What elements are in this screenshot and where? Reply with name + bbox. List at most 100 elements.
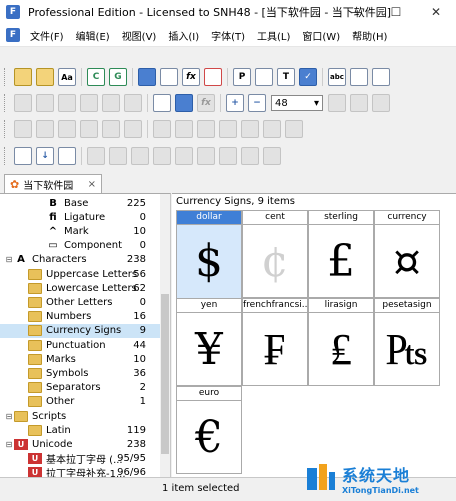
glyph-cell[interactable]: cent ¢ bbox=[242, 210, 308, 298]
preview-window-icon[interactable] bbox=[372, 68, 390, 86]
table-icon bbox=[263, 147, 281, 165]
minimize-button[interactable]: — bbox=[336, 0, 376, 24]
glyph-preview: $ bbox=[177, 225, 241, 298]
tree-item[interactable]: Currency Signs 9 bbox=[0, 323, 160, 338]
tree-item[interactable]: Lowercase Letters 62 bbox=[0, 281, 160, 295]
open-folder-icon[interactable] bbox=[36, 68, 54, 86]
tree-item-label: Unicode bbox=[32, 438, 73, 450]
toolbar-grip[interactable] bbox=[4, 120, 9, 138]
zoom-in-icon[interactable]: + bbox=[226, 94, 244, 112]
calendar-icon[interactable] bbox=[255, 68, 273, 86]
collapse-icon[interactable]: ⊟ bbox=[4, 440, 14, 449]
pen-tool-icon bbox=[102, 94, 120, 112]
spellcheck-icon[interactable]: abc bbox=[328, 68, 346, 86]
tree-item[interactable]: Punctuation 44 bbox=[0, 338, 160, 352]
tree-item-label: Uppercase Letters bbox=[46, 268, 138, 280]
toolbar-grip[interactable] bbox=[4, 94, 9, 112]
new-font-icon[interactable] bbox=[14, 68, 32, 86]
glyph-name: cent bbox=[243, 211, 307, 225]
collapse-icon[interactable]: ⊟ bbox=[4, 255, 14, 264]
maximize-button[interactable]: ☐ bbox=[376, 0, 416, 24]
text-tool-icon[interactable]: T bbox=[277, 68, 295, 86]
close-button[interactable]: ✕ bbox=[416, 0, 456, 24]
eraser-icon[interactable] bbox=[204, 68, 222, 86]
glyph-cell[interactable]: euro € bbox=[176, 386, 242, 474]
toolbar-grip[interactable] bbox=[4, 147, 9, 165]
hatch-pattern-icon[interactable] bbox=[175, 94, 193, 112]
zoom-select[interactable]: 48 ▾ bbox=[271, 95, 323, 111]
validate-check-icon[interactable]: ✓ bbox=[299, 68, 317, 86]
font-properties-icon[interactable]: P bbox=[233, 68, 251, 86]
tree-item[interactable]: fi Ligature 0 bbox=[0, 210, 160, 224]
glyph-name: yen bbox=[177, 299, 241, 313]
glyph-preview: ₤ bbox=[330, 324, 352, 375]
glyph-table-icon[interactable] bbox=[350, 68, 368, 86]
export-dropdown-icon[interactable] bbox=[58, 147, 76, 165]
status-text: 1 item selected bbox=[162, 483, 240, 494]
tree-item-label: Punctuation bbox=[46, 339, 106, 351]
tree-scrollbar[interactable] bbox=[160, 194, 170, 478]
tree-item[interactable]: Marks 10 bbox=[0, 352, 160, 366]
menu-window[interactable]: 窗口(W) bbox=[296, 28, 346, 43]
tree-item[interactable]: ⊟ A Characters 238 bbox=[0, 253, 160, 267]
menu-insert[interactable]: 插入(I) bbox=[162, 28, 205, 43]
zoom-out-icon[interactable]: − bbox=[248, 94, 266, 112]
menu-font[interactable]: 字体(T) bbox=[205, 28, 251, 43]
sort-dropdown-icon[interactable]: ↓ bbox=[36, 147, 54, 165]
link-icon[interactable] bbox=[138, 68, 156, 86]
tree-item[interactable]: Numbers 16 bbox=[0, 310, 160, 324]
tree-scrollbar-thumb[interactable] bbox=[161, 294, 169, 454]
collapse-icon[interactable]: ⊟ bbox=[4, 412, 14, 421]
folder-icon bbox=[28, 353, 42, 365]
function-icon[interactable]: fx bbox=[182, 68, 200, 86]
tree-item[interactable]: Other Letters 0 bbox=[0, 295, 160, 309]
menu-help[interactable]: 帮助(H) bbox=[346, 28, 393, 43]
toolbar-separator bbox=[132, 68, 133, 86]
glyph-cell[interactable]: dollar $ bbox=[176, 210, 242, 298]
rectangle-tool-icon bbox=[14, 94, 32, 112]
glyph-cell[interactable]: lirasign ₤ bbox=[308, 298, 374, 386]
unlink-icon[interactable] bbox=[160, 68, 178, 86]
tree-item[interactable]: U 基本拉丁字母 (... 95/95 bbox=[0, 452, 160, 466]
tree-item[interactable]: ⊟ U Unicode 238 bbox=[0, 437, 160, 451]
font-preview-icon[interactable]: Aa bbox=[58, 68, 76, 86]
glyph-cell[interactable]: sterling £ bbox=[308, 210, 374, 298]
glyph-cell[interactable]: currency ¤ bbox=[374, 210, 440, 298]
menu-view[interactable]: 视图(V) bbox=[116, 28, 163, 43]
glyph-cell[interactable]: yen ¥ bbox=[176, 298, 242, 386]
tree-item[interactable]: ^ Mark 10 bbox=[0, 224, 160, 238]
close-tab-icon[interactable]: × bbox=[88, 179, 96, 190]
menu-edit[interactable]: 编辑(E) bbox=[70, 28, 116, 43]
image-view-icon[interactable] bbox=[153, 94, 171, 112]
page-dropdown-icon[interactable] bbox=[14, 147, 32, 165]
folder-icon bbox=[28, 311, 42, 323]
document-menu-icon[interactable]: F bbox=[6, 28, 20, 42]
tree-item[interactable]: Uppercase Letters 56 bbox=[0, 267, 160, 281]
tree-item[interactable]: Separators 2 bbox=[0, 381, 160, 395]
menu-file[interactable]: 文件(F) bbox=[24, 28, 70, 43]
tree-item[interactable]: ⊟ Scripts bbox=[0, 409, 160, 423]
glyph-name: sterling bbox=[309, 211, 373, 225]
tree-item-count: 10 bbox=[133, 353, 146, 365]
app-icon: F bbox=[6, 5, 20, 19]
watermark-title: 系统天地 bbox=[342, 465, 411, 485]
anchor-alt-icon bbox=[219, 147, 237, 165]
document-tab[interactable]: ✿ 当下软件园 × bbox=[4, 174, 102, 194]
glyph-name: currency bbox=[375, 211, 439, 225]
tree-item[interactable]: Other 1 bbox=[0, 395, 160, 409]
add-glyph-icon[interactable]: G bbox=[109, 68, 127, 86]
tree-item[interactable]: ▭ Component 0 bbox=[0, 239, 160, 253]
tree-item[interactable]: Latin 119 bbox=[0, 423, 160, 437]
toolbar-row-2: fx + − 48 ▾ bbox=[0, 90, 456, 116]
align-right-icon bbox=[58, 120, 76, 138]
glyph-name: dollar bbox=[177, 211, 241, 225]
glyph-cell[interactable]: pesetasign ₧ bbox=[374, 298, 440, 386]
toolbar-grip[interactable] bbox=[4, 68, 9, 86]
align-center-icon bbox=[36, 120, 54, 138]
menu-tools[interactable]: 工具(L) bbox=[251, 28, 296, 43]
glyph-name: pesetasign bbox=[375, 299, 439, 313]
tree-item[interactable]: B Base 225 bbox=[0, 196, 160, 210]
tree-item[interactable]: Symbols 36 bbox=[0, 366, 160, 380]
glyph-cell[interactable]: frenchfrancsi... ₣ bbox=[242, 298, 308, 386]
add-character-icon[interactable]: C bbox=[87, 68, 105, 86]
